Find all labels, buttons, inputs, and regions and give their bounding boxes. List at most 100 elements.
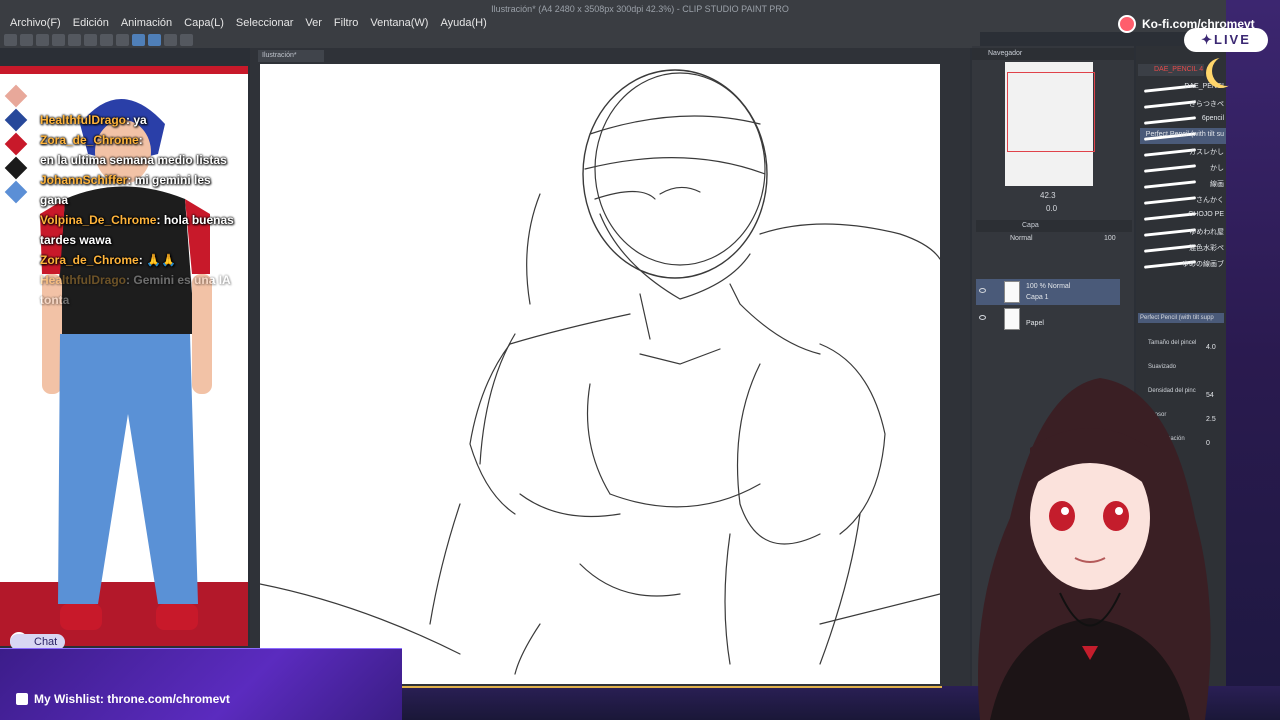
layer-info: 100 % Normal [1026,283,1071,290]
chat-message: Zora_de_Chrome: 🙏🙏 [40,250,240,270]
layer-opacity[interactable]: 100 [1104,235,1116,242]
open-file-icon[interactable] [20,34,33,46]
brush-item[interactable]: Perfect Pencil (with tilt su [1140,128,1226,144]
live-text: LIVE [1214,32,1251,47]
chat-separator: : [156,213,164,227]
gift-icon [16,693,28,705]
chat-separator: : [127,173,135,187]
diamond-icon [4,84,28,108]
undo-icon[interactable] [52,34,65,46]
layer-row-capa1[interactable]: 100 % Normal Capa 1 [976,279,1120,305]
pen-tool-icon[interactable] [132,34,145,46]
menu-archivo[interactable]: Archivo(F) [4,16,67,30]
chat-username: HealthfulDrago [40,273,127,287]
menu-ver[interactable]: Ver [299,16,328,30]
menu-animacion[interactable]: Animación [115,16,178,30]
app-title: Ilustración* (A4 2480 x 3508px 300dpi 42… [491,4,789,14]
chat-message: en la ultima semana medio listas [40,150,240,170]
brush-item[interactable]: DAE_PENCI [1140,80,1226,96]
brush-name: CHOJO PE [1188,211,1224,218]
brush-group-tab[interactable]: DAE_PENCIL 4 [1138,64,1204,76]
property-value[interactable]: 4.0 [1206,344,1216,351]
menu-seleccionar[interactable]: Seleccionar [230,16,299,30]
wishlist-banner: My Wishlist: throne.com/chromevt [16,692,230,706]
diamond-icon [4,156,28,180]
brush-name: さんかく [1196,197,1224,204]
chat-separator: : [138,253,147,267]
vtuber-avatar [978,378,1211,720]
menu-ventana[interactable]: Ventana(W) [364,16,434,30]
brush-stroke-preview [1143,116,1197,125]
chat-text: ya [133,113,147,127]
brush-item[interactable]: CHOJO PE [1140,208,1226,224]
menu-capa[interactable]: Capa(L) [178,16,230,30]
fill-icon[interactable] [100,34,113,46]
sketch-drawing [260,69,940,675]
navigator-tab[interactable]: Navegador [972,48,1134,60]
menu-filtro[interactable]: Filtro [328,16,364,30]
layer-name: Capa 1 [1026,294,1049,301]
visibility-eye-icon[interactable] [979,288,986,293]
brush-name: 6pencil [1201,115,1224,122]
ruler-icon[interactable] [164,34,177,46]
redo-icon[interactable] [68,34,81,46]
diamond-icon [4,108,28,132]
brush-stroke-preview [1143,164,1197,173]
zoom-value[interactable]: 42.3 [1040,191,1056,200]
navigator-view-frame[interactable] [1007,72,1095,152]
layer-row-papel[interactable]: Papel [976,306,1120,332]
snap-icon[interactable] [180,34,193,46]
brush-item[interactable]: 線画 [1140,176,1226,192]
drawing-canvas[interactable] [260,64,940,684]
chat-username: HealthfulDrago [40,113,127,127]
brush-item[interactable]: 混色水彩ペ [1140,240,1226,256]
command-bar [0,32,980,48]
menu-edicion[interactable]: Edición [67,16,115,30]
brush-item[interactable]: ゆめの線画ブ [1140,256,1226,272]
wishlist-panel [0,648,402,720]
brush-item[interactable]: 6pencil [1140,112,1226,128]
kofi-cup-icon [1118,15,1136,33]
brush-item[interactable]: さんかく [1140,192,1226,208]
brush-item[interactable]: カスレかし [1140,144,1226,160]
property-label: Tamaño del pincel [1148,340,1197,346]
save-icon[interactable] [36,34,49,46]
crop-icon[interactable] [116,34,129,46]
overlay-gold-line [402,686,942,688]
canvas-tab[interactable]: Ilustración* [258,50,324,62]
brush-stroke-preview [1143,180,1197,189]
pencil-tool-icon[interactable] [148,34,161,46]
blend-mode-select[interactable]: Normal [1010,235,1033,242]
layer-tab[interactable]: Capa [976,220,1132,232]
menu-ayuda[interactable]: Ayuda(H) [434,16,492,30]
brush-item[interactable]: ゆめわれ屋 [1140,224,1226,240]
brush-name: 混色水彩ペ [1189,245,1224,252]
chat-separator: : [138,133,143,147]
brush-name: ゆめわれ屋 [1189,229,1224,236]
chat-messages: HealthfulDrago: ya Zora_de_Chrome: en la … [40,110,240,310]
brush-stroke-preview [1143,228,1197,237]
layer-thumbnail [1004,281,1020,303]
menu-bar: Ilustración* (A4 2480 x 3508px 300dpi 42… [0,0,1280,32]
brush-name: かし [1210,165,1224,172]
overlay-frame-right [1226,0,1280,720]
wishlist-text: My Wishlist: throne.com/chromevt [34,692,230,706]
chat-text: 🙏🙏 [146,253,176,267]
chat-username: JohannSchiffer [40,173,128,187]
visibility-eye-icon[interactable] [979,315,986,320]
chat-username: Zora_de_Chrome [40,253,139,267]
brush-name: ざらつきペ [1189,101,1224,108]
new-file-icon[interactable] [4,34,17,46]
transform-icon[interactable] [84,34,97,46]
layer-thumbnail [1004,308,1020,330]
chat-message: HealthfulDrago: Gemini es una IA tonta [40,270,240,310]
brush-item[interactable]: かし [1140,160,1226,176]
menu-items: Archivo(F) Edición Animación Capa(L) Sel… [4,16,493,30]
rotation-value[interactable]: 0.0 [1046,204,1057,213]
brush-name: Perfect Pencil (with tilt su [1145,131,1224,138]
chat-message: Volpina_De_Chrome: hola buenas tardes wa… [40,210,240,250]
brush-item[interactable]: ざらつきペ [1140,96,1226,112]
brush-name: 線画 [1210,181,1224,188]
chat-message: Zora_de_Chrome: [40,130,240,150]
diamond-icon [4,180,28,204]
